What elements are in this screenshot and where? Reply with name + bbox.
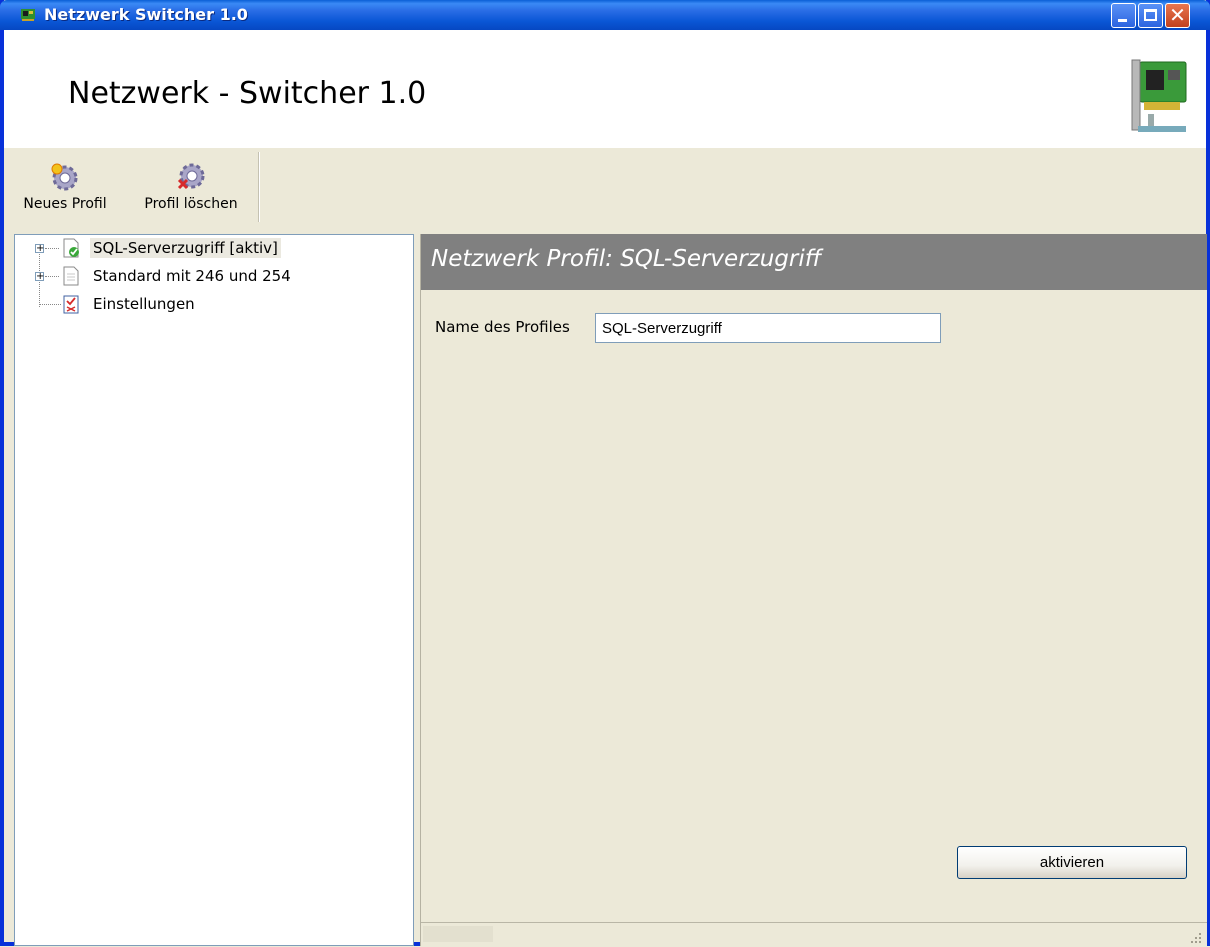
minimize-button[interactable] xyxy=(1111,3,1136,28)
new-profile-label: Neues Profil xyxy=(23,196,107,212)
tree-item-label: SQL-Serverzugriff [aktiv] xyxy=(90,238,281,258)
tree-item-sql[interactable]: + SQL-Serverzugriff [aktiv] xyxy=(15,238,411,258)
toolbar: Neues Profil Profil löschen xyxy=(4,148,1206,232)
tree-line xyxy=(45,276,59,278)
profile-name-input[interactable] xyxy=(595,313,941,343)
network-card-icon xyxy=(1131,59,1187,132)
tree-line xyxy=(45,248,59,250)
maximize-button[interactable] xyxy=(1138,3,1163,28)
tree-item-label: Standard mit 246 und 254 xyxy=(93,267,291,285)
profile-name-label: Name des Profiles xyxy=(435,318,570,336)
tree-item-settings[interactable]: Einstellungen xyxy=(15,294,411,314)
document-icon xyxy=(63,266,79,286)
active-document-icon xyxy=(63,238,79,258)
close-button[interactable]: ✕ xyxy=(1165,3,1190,28)
profile-heading-band: Netzwerk Profil: SQL-Serverzugriff xyxy=(421,234,1207,290)
profile-panel: Netzwerk Profil: SQL-Serverzugriff Name … xyxy=(420,234,1207,947)
page-title: Netzwerk - Switcher 1.0 xyxy=(68,76,427,111)
app-header: Netzwerk - Switcher 1.0 xyxy=(4,30,1206,148)
new-profile-button[interactable]: Neues Profil xyxy=(6,148,124,228)
window-title: Netzwerk Switcher 1.0 xyxy=(44,5,248,24)
tree-item-standard[interactable]: + Standard mit 246 und 254 xyxy=(15,266,411,286)
resize-grip-icon[interactable] xyxy=(1189,931,1203,945)
title-bar[interactable]: Netzwerk Switcher 1.0 ✕ xyxy=(0,0,1210,30)
minimize-icon xyxy=(1118,19,1127,22)
tree-item-label: Einstellungen xyxy=(93,295,195,313)
delete-gear-icon xyxy=(177,163,205,190)
new-gear-icon xyxy=(51,163,78,191)
delete-profile-button[interactable]: Profil löschen xyxy=(128,148,254,228)
expand-icon[interactable]: + xyxy=(35,272,44,282)
network-card-icon xyxy=(21,9,35,21)
settings-checklist-icon xyxy=(63,295,79,314)
activate-button[interactable]: aktivieren xyxy=(957,846,1187,879)
close-icon: ✕ xyxy=(1169,3,1186,27)
expand-icon[interactable]: + xyxy=(35,244,44,254)
toolbar-separator xyxy=(258,152,260,222)
tree-line xyxy=(39,304,61,306)
maximize-icon xyxy=(1144,9,1157,21)
status-bar xyxy=(421,922,1207,947)
delete-profile-label: Profil löschen xyxy=(144,196,238,212)
status-panel xyxy=(423,926,493,942)
profile-tree[interactable]: + SQL-Serverzugriff [aktiv] + Standard m… xyxy=(14,234,414,946)
profile-heading: Netzwerk Profil: SQL-Serverzugriff xyxy=(431,246,822,272)
app-window: Netzwerk Switcher 1.0 ✕ Netzwerk - Switc… xyxy=(0,0,1210,947)
